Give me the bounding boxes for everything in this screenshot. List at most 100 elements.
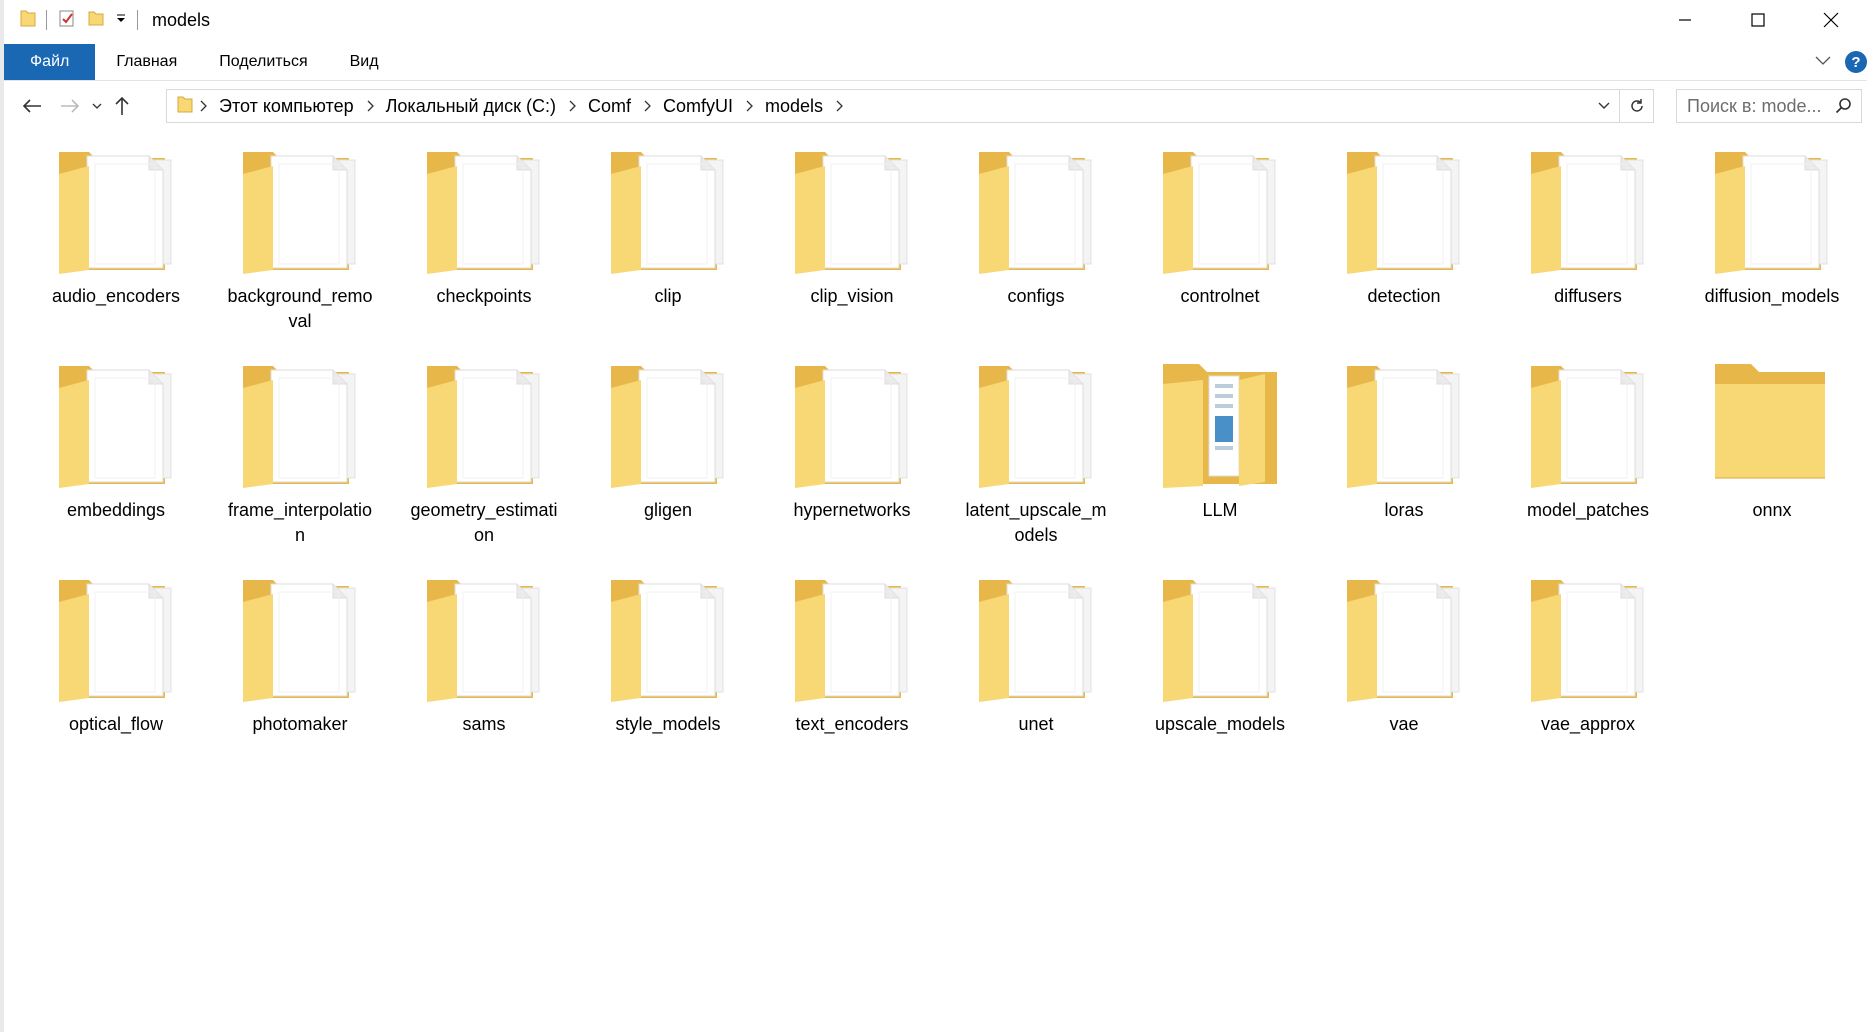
folder-item-photomaker[interactable]: photomaker — [208, 568, 392, 782]
folder-icon — [51, 354, 181, 494]
folder-item-llm[interactable]: LLM — [1128, 354, 1312, 568]
customize-toolbar-icon[interactable] — [115, 11, 127, 29]
help-button[interactable]: ? — [1845, 51, 1867, 73]
chevron-right-icon[interactable] — [568, 100, 576, 112]
tab-home[interactable]: Главная — [95, 44, 198, 80]
folder-icon — [1707, 354, 1837, 494]
tab-view[interactable]: Вид — [329, 44, 400, 80]
folder-item-controlnet[interactable]: controlnet — [1128, 140, 1312, 354]
folder-icon — [1523, 354, 1653, 494]
folder-icon — [235, 354, 365, 494]
breadcrumb-local-disk[interactable]: Локальный диск (C:) — [386, 96, 556, 117]
folder-item-onnx[interactable]: onnx — [1680, 354, 1864, 568]
folder-name: background_removal — [227, 286, 373, 331]
search-input[interactable] — [1687, 95, 1827, 117]
folder-item-background_removal[interactable]: background_removal — [208, 140, 392, 354]
refresh-button[interactable] — [1619, 90, 1653, 122]
folder-name: detection — [1367, 286, 1441, 306]
folder-icon — [603, 568, 733, 708]
folder-name: embeddings — [66, 500, 166, 520]
folder-item-detection[interactable]: detection — [1312, 140, 1496, 354]
folder-icon — [1707, 140, 1837, 280]
maximize-button[interactable] — [1721, 0, 1794, 40]
navigation-bar: Этот компьютер Локальный диск (C:) Comf … — [4, 84, 1867, 128]
folder-icon — [1155, 354, 1285, 494]
folder-item-vae[interactable]: vae — [1312, 568, 1496, 782]
folder-name: diffusers — [1554, 286, 1622, 306]
folder-item-unet[interactable]: unet — [944, 568, 1128, 782]
arrow-right-icon — [61, 99, 80, 113]
folder-name: vae — [1389, 714, 1419, 734]
ribbon-right-controls: ? — [1815, 44, 1867, 80]
folder-name: hypernetworks — [793, 500, 911, 520]
back-button[interactable] — [16, 90, 48, 122]
folder-item-diffusion_models[interactable]: diffusion_models — [1680, 140, 1864, 354]
folder-item-embeddings[interactable]: embeddings — [24, 354, 208, 568]
chevron-right-icon[interactable] — [366, 100, 374, 112]
folder-name: diffusion_models — [1704, 286, 1840, 306]
chevron-right-icon[interactable] — [835, 100, 843, 112]
address-history-button[interactable] — [1589, 90, 1619, 122]
folder-icon — [1523, 568, 1653, 708]
folder-item-upscale_models[interactable]: upscale_models — [1128, 568, 1312, 782]
folder-item-checkpoints[interactable]: checkpoints — [392, 140, 576, 354]
folder-icon — [235, 140, 365, 280]
folder-icon — [971, 354, 1101, 494]
folder-item-audio_encoders[interactable]: audio_encoders — [24, 140, 208, 354]
folder-item-configs[interactable]: configs — [944, 140, 1128, 354]
folder-name: gligen — [643, 500, 693, 520]
chevron-right-icon[interactable] — [745, 100, 753, 112]
chevron-right-icon[interactable] — [643, 100, 651, 112]
folder-item-sams[interactable]: sams — [392, 568, 576, 782]
properties-icon[interactable] — [57, 8, 77, 33]
search-icon[interactable] — [1835, 97, 1853, 120]
recent-locations-button[interactable] — [88, 90, 106, 122]
folder-item-frame_interpolation[interactable]: frame_interpolation — [208, 354, 392, 568]
close-button[interactable] — [1794, 0, 1867, 40]
minimize-button[interactable] — [1648, 0, 1721, 40]
folder-icon — [51, 568, 181, 708]
tab-file[interactable]: Файл — [4, 44, 96, 80]
search-box[interactable] — [1676, 89, 1862, 123]
expand-ribbon-icon[interactable] — [1815, 53, 1831, 71]
folder-icon[interactable] — [20, 9, 36, 32]
folder-icon — [1155, 140, 1285, 280]
breadcrumb-this-pc[interactable]: Этот компьютер — [219, 96, 354, 117]
folder-item-latent_upscale_models[interactable]: latent_upscale_models — [944, 354, 1128, 568]
folder-name: unet — [1018, 714, 1054, 734]
forward-button[interactable] — [54, 90, 86, 122]
folder-item-hypernetworks[interactable]: hypernetworks — [760, 354, 944, 568]
title-bar: models — [4, 0, 1867, 40]
folder-name: frame_interpolation — [227, 500, 373, 545]
folder-item-geometry_estimation[interactable]: geometry_estimation — [392, 354, 576, 568]
folder-item-diffusers[interactable]: diffusers — [1496, 140, 1680, 354]
chevron-right-icon[interactable] — [199, 100, 207, 112]
breadcrumb-comf[interactable]: Comf — [588, 96, 631, 117]
breadcrumb-models[interactable]: models — [765, 96, 823, 117]
folder-grid: audio_encoders background_removal checkp… — [24, 140, 1867, 782]
new-folder-icon[interactable] — [87, 9, 105, 32]
folder-icon — [1155, 568, 1285, 708]
up-button[interactable] — [108, 90, 136, 122]
folder-icon — [1523, 140, 1653, 280]
folder-name: clip — [654, 286, 682, 306]
toolbar-separator — [46, 10, 47, 30]
file-list-view: audio_encoders background_removal checkp… — [4, 140, 1867, 782]
folder-icon — [419, 140, 549, 280]
folder-item-vae_approx[interactable]: vae_approx — [1496, 568, 1680, 782]
folder-name: sams — [462, 714, 506, 734]
folder-item-clip[interactable]: clip — [576, 140, 760, 354]
folder-item-optical_flow[interactable]: optical_flow — [24, 568, 208, 782]
folder-item-loras[interactable]: loras — [1312, 354, 1496, 568]
folder-item-gligen[interactable]: gligen — [576, 354, 760, 568]
folder-item-model_patches[interactable]: model_patches — [1496, 354, 1680, 568]
folder-name: clip_vision — [810, 286, 894, 306]
tab-share[interactable]: Поделиться — [198, 44, 328, 80]
breadcrumb-comfyui[interactable]: ComfyUI — [663, 96, 733, 117]
folder-name: controlnet — [1180, 286, 1260, 306]
window-title: models — [152, 9, 211, 30]
folder-item-style_models[interactable]: style_models — [576, 568, 760, 782]
folder-item-text_encoders[interactable]: text_encoders — [760, 568, 944, 782]
folder-item-clip_vision[interactable]: clip_vision — [760, 140, 944, 354]
address-bar[interactable]: Этот компьютер Локальный диск (C:) Comf … — [166, 89, 1654, 123]
